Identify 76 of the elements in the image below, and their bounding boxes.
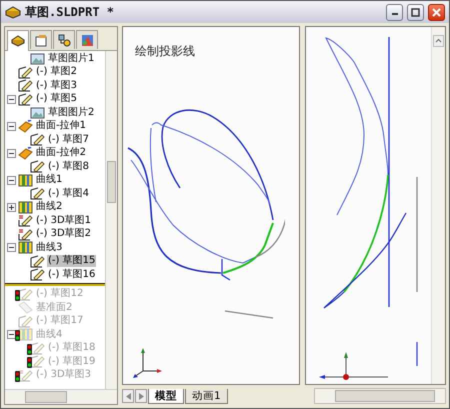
sketch-icon (30, 342, 45, 355)
curve-feature-icon (18, 200, 33, 214)
tree-item[interactable]: (-) 3D草图2 (35, 228, 92, 240)
right-arrow-icon (138, 392, 144, 400)
vertical-scrollbar[interactable] (431, 27, 445, 384)
view-tab[interactable]: 模型 (148, 388, 184, 404)
close-button[interactable] (428, 4, 445, 20)
sketch-icon (18, 66, 33, 79)
surface-icon (18, 120, 33, 133)
tree-item[interactable]: (-) 草图7 (47, 134, 90, 146)
tree-item[interactable]: 曲线3 (35, 242, 64, 254)
sketch-icon (30, 187, 45, 200)
sketch-icon (30, 133, 45, 146)
collapse-toggle[interactable] (7, 122, 16, 131)
collapse-toggle[interactable] (7, 243, 16, 252)
left-arrow-icon (126, 392, 130, 400)
vertical-scrollbar[interactable] (105, 51, 117, 389)
tree-item[interactable]: 曲面-拉伸2 (35, 147, 87, 160)
tree-item[interactable]: 草图图片1 (47, 52, 96, 65)
close-icon (432, 8, 441, 16)
maximize-button[interactable] (407, 4, 424, 20)
tree-item[interactable]: 草图图片2 (47, 106, 96, 119)
previous-tab-button[interactable] (122, 389, 134, 403)
graphics-viewport[interactable] (305, 26, 446, 385)
rollback-bar[interactable] (5, 282, 105, 286)
curve-feature-icon (18, 174, 33, 187)
sketch-icon (18, 314, 33, 328)
horizontal-scrollbar[interactable] (314, 388, 446, 404)
sketch-icon (30, 160, 45, 174)
properties-icon (35, 34, 47, 46)
tree-item[interactable]: (-) 草图4 (47, 188, 90, 200)
tree-item[interactable]: 曲线1 (35, 174, 64, 186)
window-title: 草图.SLDPRT * (25, 4, 114, 20)
configurations-icon (58, 34, 70, 46)
collapse-toggle[interactable] (7, 94, 16, 104)
scroll-up-button[interactable] (433, 35, 444, 47)
tree-item[interactable]: 曲面-拉伸1 (35, 120, 87, 132)
tree-item[interactable]: 曲线2 (35, 201, 64, 214)
tree-item[interactable]: (-) 草图16 (47, 268, 96, 281)
sketch-icon (18, 228, 33, 241)
surface-icon (18, 146, 33, 160)
tree-item[interactable]: (-) 草图8 (47, 160, 90, 173)
picture-icon (30, 52, 45, 66)
minimize-button[interactable] (386, 4, 403, 20)
sketch-icon (18, 92, 33, 106)
panel-tab[interactable] (7, 30, 29, 51)
sketch-icon (30, 268, 45, 282)
display-icon (80, 34, 94, 46)
tree-item[interactable]: (-) 3D草图1 (35, 214, 92, 227)
expand-toggle[interactable] (7, 202, 16, 212)
tree-item[interactable]: (-) 草图2 (35, 66, 78, 78)
sketch-icon (18, 79, 33, 92)
tree-item[interactable]: (-) 草图3 (35, 80, 78, 92)
sketch-icon (30, 355, 45, 368)
collapse-toggle[interactable] (7, 148, 16, 158)
panel-tab[interactable] (53, 30, 75, 49)
sketch-icon (18, 288, 33, 301)
graphics-viewport[interactable]: 绘制投影线 (122, 26, 300, 385)
view-caption: 绘制投影线 (135, 43, 195, 60)
feature-tree-icon (11, 35, 25, 47)
picture-icon (30, 106, 45, 120)
sketch-icon (18, 368, 33, 382)
panel-tab[interactable] (30, 30, 52, 49)
sketch-icon (18, 214, 33, 228)
collapse-toggle[interactable] (7, 330, 16, 340)
tree-item[interactable]: (-) 草图5 (35, 93, 78, 106)
collapse-toggle[interactable] (7, 176, 16, 185)
maximize-icon (411, 8, 420, 16)
curve-feature-icon (18, 241, 33, 254)
tree-item[interactable]: (-) 草图15 (47, 255, 96, 268)
view-tab[interactable]: 动画1 (185, 388, 228, 404)
sketch-icon (30, 254, 45, 268)
plane-icon (18, 301, 33, 314)
app-icon (5, 5, 21, 19)
next-tab-button[interactable] (135, 389, 147, 403)
horizontal-scrollbar[interactable] (5, 389, 117, 404)
